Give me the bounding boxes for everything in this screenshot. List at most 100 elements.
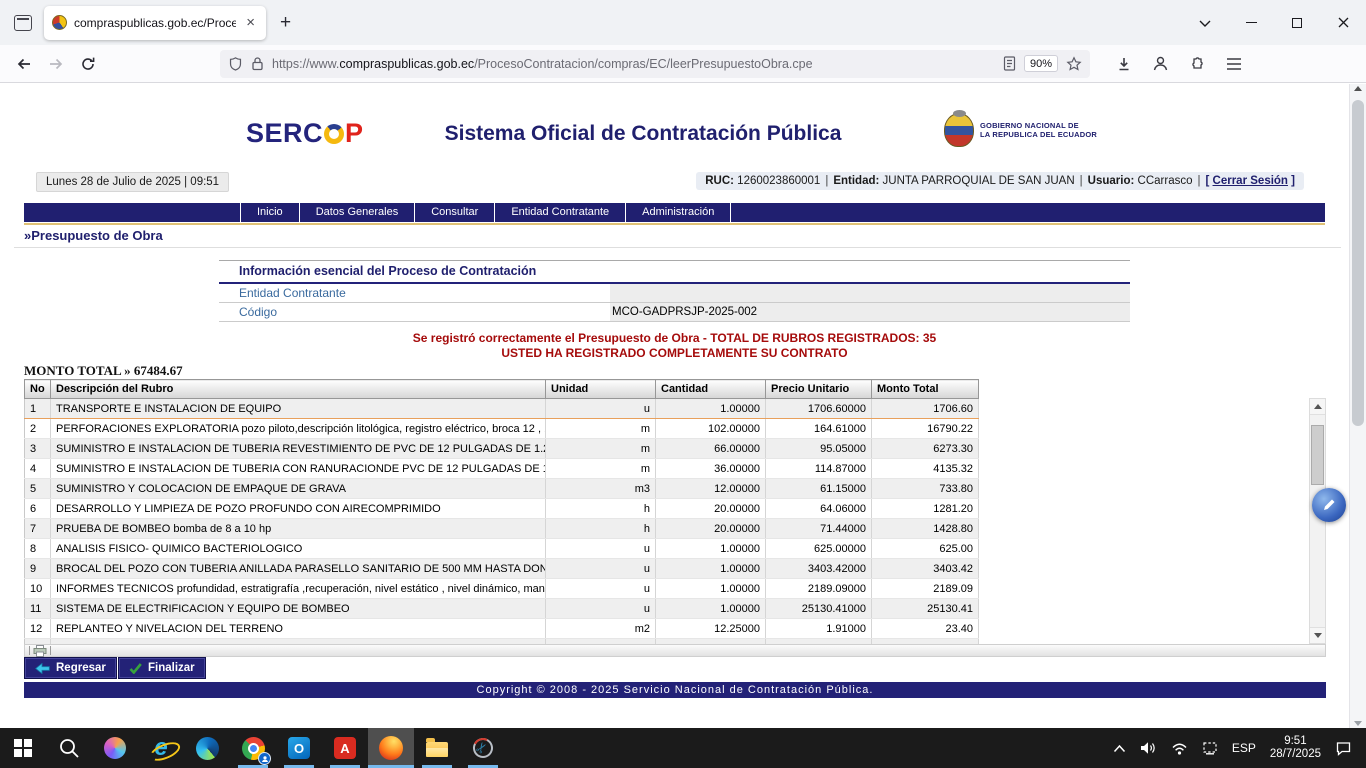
taskbar-copilot[interactable] [92,728,138,768]
nav-item-datos-generales[interactable]: Datos Generales [300,203,416,222]
table-row: 11SISTEMA DE ELECTRIFICACION Y EQUIPO DE… [25,599,979,619]
url-bar[interactable]: https://www.compraspublicas.gob.ec/Proce… [220,50,1090,78]
list-tabs-chevron-icon[interactable] [1182,0,1228,45]
taskbar-file-explorer[interactable] [414,728,460,768]
browser-window: compraspublicas.gob.ec/Proce × + [0,0,1366,768]
regresar-button[interactable]: Regresar [24,657,117,679]
wifi-icon[interactable] [1171,742,1188,755]
volume-icon[interactable] [1140,741,1157,755]
back-icon[interactable] [8,56,40,72]
snipping-tool-icon: ✂ [470,735,495,760]
language-indicator[interactable]: ESP [1232,741,1256,755]
copilot-icon [104,737,126,759]
table-row: 3SUMINISTRO E INSTALACION DE TUBERIA REV… [25,439,979,459]
taskbar-outlook[interactable]: O [276,728,322,768]
nav-item-administracion[interactable]: Administración [626,203,731,222]
nav-item-consultar[interactable]: Consultar [415,203,495,222]
process-info-section: Información esencial del Proceso de Cont… [219,260,1130,322]
datetime-label: Lunes 28 de Julio de 2025 | 09:51 [36,172,229,192]
logout-link[interactable]: [ Cerrar Sesión ] [1206,175,1296,187]
browser-scrollbar-thumb[interactable] [1352,100,1364,426]
page-scroll-up-icon[interactable] [1350,86,1366,91]
divider [14,247,1341,248]
sercop-o-icon [324,124,344,144]
floating-widget[interactable] [1312,488,1346,522]
table-header-row: No Descripción del Rubro Unidad Cantidad… [25,380,979,399]
taskbar-internet-explorer[interactable]: e [138,728,184,768]
table-row: 7PRUEBA DE BOMBEO bomba de 8 a 10 hph20.… [25,519,979,539]
info-row: Código MCO-GADPRSJP-2025-002 [219,303,1130,322]
taskbar: e O A ✂ ESP 9:51 28/7/2025 [0,728,1366,768]
taskbar-snipping-tool[interactable]: ✂ [460,728,506,768]
budget-table-body: 1TRANSPORTE E INSTALACION DE EQUIPOu1.00… [25,399,979,645]
page-scroll-down-icon[interactable] [1350,721,1366,726]
taskbar-chrome[interactable] [230,728,276,768]
table-row: 10INFORMES TECNICOS profundidad, estrati… [25,579,979,599]
edge-icon [196,737,219,760]
forward-icon[interactable] [40,56,72,72]
table-row: 12REPLANTEO Y NIVELACION DEL TERRENOm212… [25,619,979,639]
url-text: https://www.compraspublicas.gob.ec/Proce… [272,57,995,71]
ecuador-emblem-icon [944,113,974,147]
table-row: 1TRANSPORTE E INSTALACION DE EQUIPOu1.00… [25,399,979,419]
search-icon [58,737,80,759]
clock[interactable]: 9:51 28/7/2025 [1270,735,1321,762]
taskbar-acrobat[interactable]: A [322,728,368,768]
maximize-button[interactable] [1274,0,1320,45]
start-button[interactable] [0,728,46,768]
firefox-view-icon[interactable] [14,15,32,31]
downloads-icon[interactable] [1116,56,1132,72]
account-icon[interactable] [1152,55,1169,72]
menu-icon[interactable] [1226,57,1242,71]
action-center-icon[interactable] [1335,741,1352,756]
file-explorer-icon [426,742,448,757]
page-title: Sistema Oficial de Contratación Pública [348,122,938,146]
scroll-up-arrow-icon[interactable] [1310,399,1325,415]
info-section-title: Información esencial del Proceso de Cont… [219,260,1130,284]
connect-display-icon[interactable] [1202,741,1218,755]
close-button[interactable] [1320,0,1366,45]
lock-icon [251,56,264,71]
new-tab-button[interactable]: + [280,12,291,34]
bookmark-star-icon[interactable] [1066,56,1082,72]
page-content: SERCP Sistema Oficial de Contratación Pú… [0,84,1366,728]
table-row: 9BROCAL DEL POZO CON TUBERIA ANILLADA PA… [25,559,979,579]
scroll-down-arrow-icon[interactable] [1310,627,1325,643]
check-icon [129,663,142,674]
extensions-icon[interactable] [1189,55,1206,72]
browser-scrollbar[interactable] [1349,84,1366,728]
taskbar-edge[interactable] [184,728,230,768]
table-scrollbar-thumb[interactable] [1311,425,1324,485]
sercop-logo: SERCP [246,118,364,149]
print-icon[interactable] [33,645,47,657]
info-value [610,284,1130,302]
browser-tab[interactable]: compraspublicas.gob.ec/Proce × [44,6,266,40]
browser-toolbar: https://www.compraspublicas.gob.ec/Proce… [0,45,1366,83]
finalizar-button[interactable]: Finalizar [118,657,206,679]
minimize-button[interactable] [1228,0,1274,45]
reload-icon[interactable] [72,56,104,72]
zoom-level-badge[interactable]: 90% [1024,55,1058,72]
site-footer: Copyright © 2008 - 2025 Servicio Naciona… [24,682,1326,698]
taskbar-firefox[interactable] [368,728,414,768]
hidden-icons-chevron-icon[interactable] [1113,744,1126,753]
table-row: 8ANALISIS FISICO- QUIMICO BACTERIOLOGICO… [25,539,979,559]
outlook-icon: O [288,737,310,759]
nav-item-inicio[interactable]: Inicio [240,203,300,222]
info-row: Entidad Contratante [219,284,1130,303]
main-navigation: InicioDatos GeneralesConsultarEntidad Co… [24,203,1325,222]
government-logo: GOBIERNO NACIONAL DELA REPUBLICA DEL ECU… [944,113,1097,147]
nav-item-entidad-contratante[interactable]: Entidad Contratante [495,203,626,222]
system-tray: ESP 9:51 28/7/2025 [1113,728,1366,768]
total-amount-label: MONTO TOTAL » 67484.67 [24,363,183,379]
info-label: Entidad Contratante [219,286,610,300]
tab-close-icon[interactable]: × [243,14,258,31]
pen-icon [1321,497,1337,513]
table-row: 5SUMINISTRO Y COLOCACION DE EMPAQUE DE G… [25,479,979,499]
tab-title: compraspublicas.gob.ec/Proce [74,16,236,30]
table-footer-bar [24,644,1326,657]
site-favicon-icon [52,15,67,30]
reader-mode-icon[interactable] [1003,56,1016,71]
info-value: MCO-GADPRSJP-2025-002 [610,303,1130,321]
search-button[interactable] [46,728,92,768]
